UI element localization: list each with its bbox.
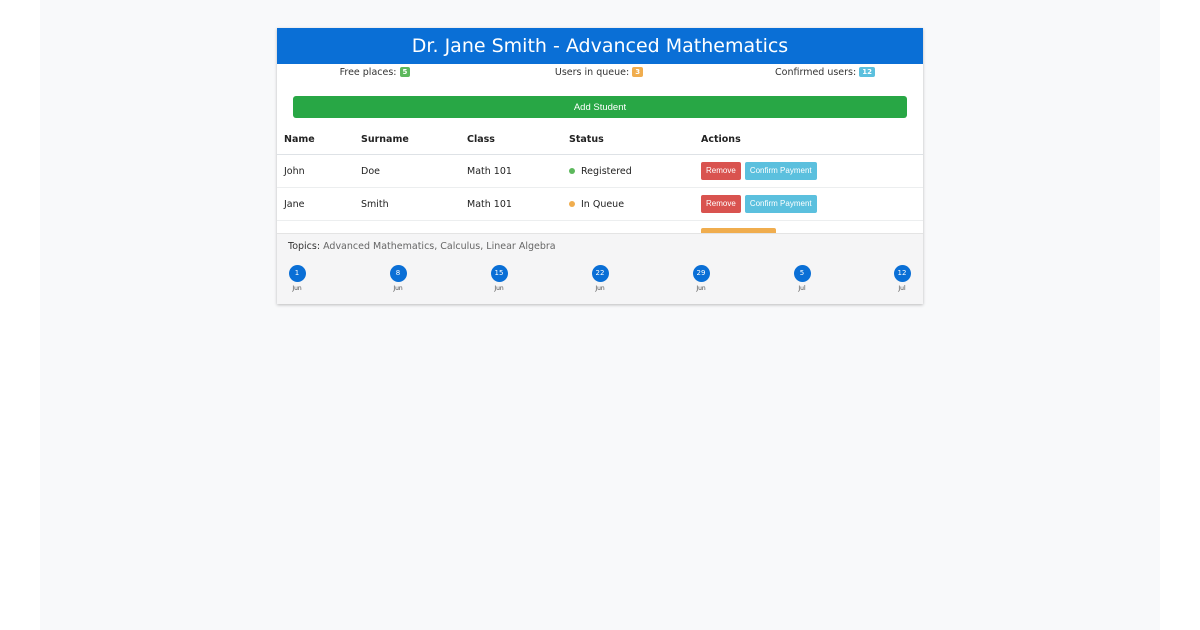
- free-places-badge: 5: [399, 67, 411, 77]
- confirmed-badge: 12: [859, 67, 875, 77]
- stat-label: Confirmed users:: [775, 66, 857, 78]
- header-actions: Actions: [694, 124, 923, 155]
- header-surname: Surname: [354, 124, 460, 155]
- course-title: Dr. Jane Smith - Advanced Mathematics: [277, 28, 923, 64]
- timeline-date[interactable]: 12 Jul: [882, 265, 922, 292]
- date-month: Jun: [393, 285, 403, 292]
- cell-name: Jane: [277, 187, 354, 221]
- add-student-button[interactable]: Add Student: [293, 96, 907, 118]
- cell-status: In Queue: [562, 187, 694, 221]
- timeline-date[interactable]: 22 Jun: [580, 265, 620, 292]
- queue-badge: 3: [632, 67, 644, 77]
- cell-surname: Doe: [354, 154, 460, 188]
- cell-actions: Remove Confirm Payment: [694, 187, 923, 221]
- timeline-date[interactable]: 15 Jun: [479, 265, 519, 292]
- cell-status: Registered: [562, 154, 694, 188]
- timeline-date[interactable]: 29 Jun: [681, 265, 721, 292]
- date-month: Jun: [696, 285, 706, 292]
- header-class: Class: [460, 124, 562, 155]
- stat-label: Free places:: [339, 66, 397, 78]
- date-circle: 1: [288, 265, 306, 282]
- status-text: Registered: [581, 165, 632, 177]
- date-circle: 5: [793, 265, 811, 282]
- cell-actions: Remove Confirm Payment: [694, 154, 923, 188]
- header-status: Status: [562, 124, 694, 155]
- header-name: Name: [277, 124, 354, 155]
- students-table: Name Surname Class Status Actions John D…: [277, 124, 923, 233]
- stats-bar: Free places: 5 Users in queue: 3 Confirm…: [277, 65, 923, 79]
- remove-button[interactable]: Remove: [701, 162, 741, 180]
- date-month: Jul: [898, 285, 906, 292]
- session-timeline: 1 Jun 8 Jun 15 Jun 22 Jun 29 Jun 5 Jul 1…: [277, 265, 923, 304]
- cell-surname: Smith: [354, 187, 460, 221]
- table-row: John Doe Math 101 Registered Remove Conf…: [277, 154, 923, 188]
- cell-class: Math 101: [460, 187, 562, 221]
- stat-free-places: Free places: 5: [277, 67, 473, 78]
- table-header-row: Name Surname Class Status Actions: [277, 124, 923, 155]
- date-month: Jun: [292, 285, 302, 292]
- confirm-payment-button[interactable]: Confirm Payment: [744, 195, 817, 213]
- date-circle: 22: [591, 265, 609, 282]
- timeline-date[interactable]: 1 Jun: [277, 265, 317, 292]
- status-dot-icon: [569, 201, 575, 207]
- topics-line: Topics: Advanced Mathematics, Calculus, …: [288, 241, 556, 252]
- confirm-payment-button[interactable]: Confirm Payment: [744, 162, 817, 180]
- topics-value: Advanced Mathematics, Calculus, Linear A…: [323, 241, 556, 252]
- timeline-date[interactable]: 8 Jun: [378, 265, 418, 292]
- course-footer: Topics: Advanced Mathematics, Calculus, …: [277, 233, 923, 304]
- timeline-date[interactable]: 5 Jul: [782, 265, 822, 292]
- date-month: Jul: [798, 285, 806, 292]
- stat-queue: Users in queue: 3: [473, 67, 697, 78]
- date-circle: 12: [893, 265, 911, 282]
- table-row-partial: [277, 220, 923, 233]
- topics-label: Topics:: [288, 241, 321, 252]
- status-text: In Queue: [581, 198, 625, 210]
- cell-class: Math 101: [460, 154, 562, 188]
- cell-name: John: [277, 154, 354, 188]
- table-row: Jane Smith Math 101 In Queue Remove Conf…: [277, 187, 923, 221]
- date-month: Jun: [494, 285, 504, 292]
- date-circle: 8: [389, 265, 407, 282]
- date-month: Jun: [595, 285, 605, 292]
- date-circle: 29: [692, 265, 710, 282]
- date-circle: 15: [490, 265, 508, 282]
- remove-button[interactable]: Remove: [701, 195, 741, 213]
- stat-label: Users in queue:: [554, 66, 630, 78]
- status-dot-icon: [569, 168, 575, 174]
- stat-confirmed: Confirmed users: 12: [697, 67, 923, 78]
- course-card: Dr. Jane Smith - Advanced Mathematics Fr…: [277, 28, 923, 304]
- students-table-container[interactable]: Name Surname Class Status Actions John D…: [277, 124, 923, 233]
- cell-actions: [694, 220, 923, 233]
